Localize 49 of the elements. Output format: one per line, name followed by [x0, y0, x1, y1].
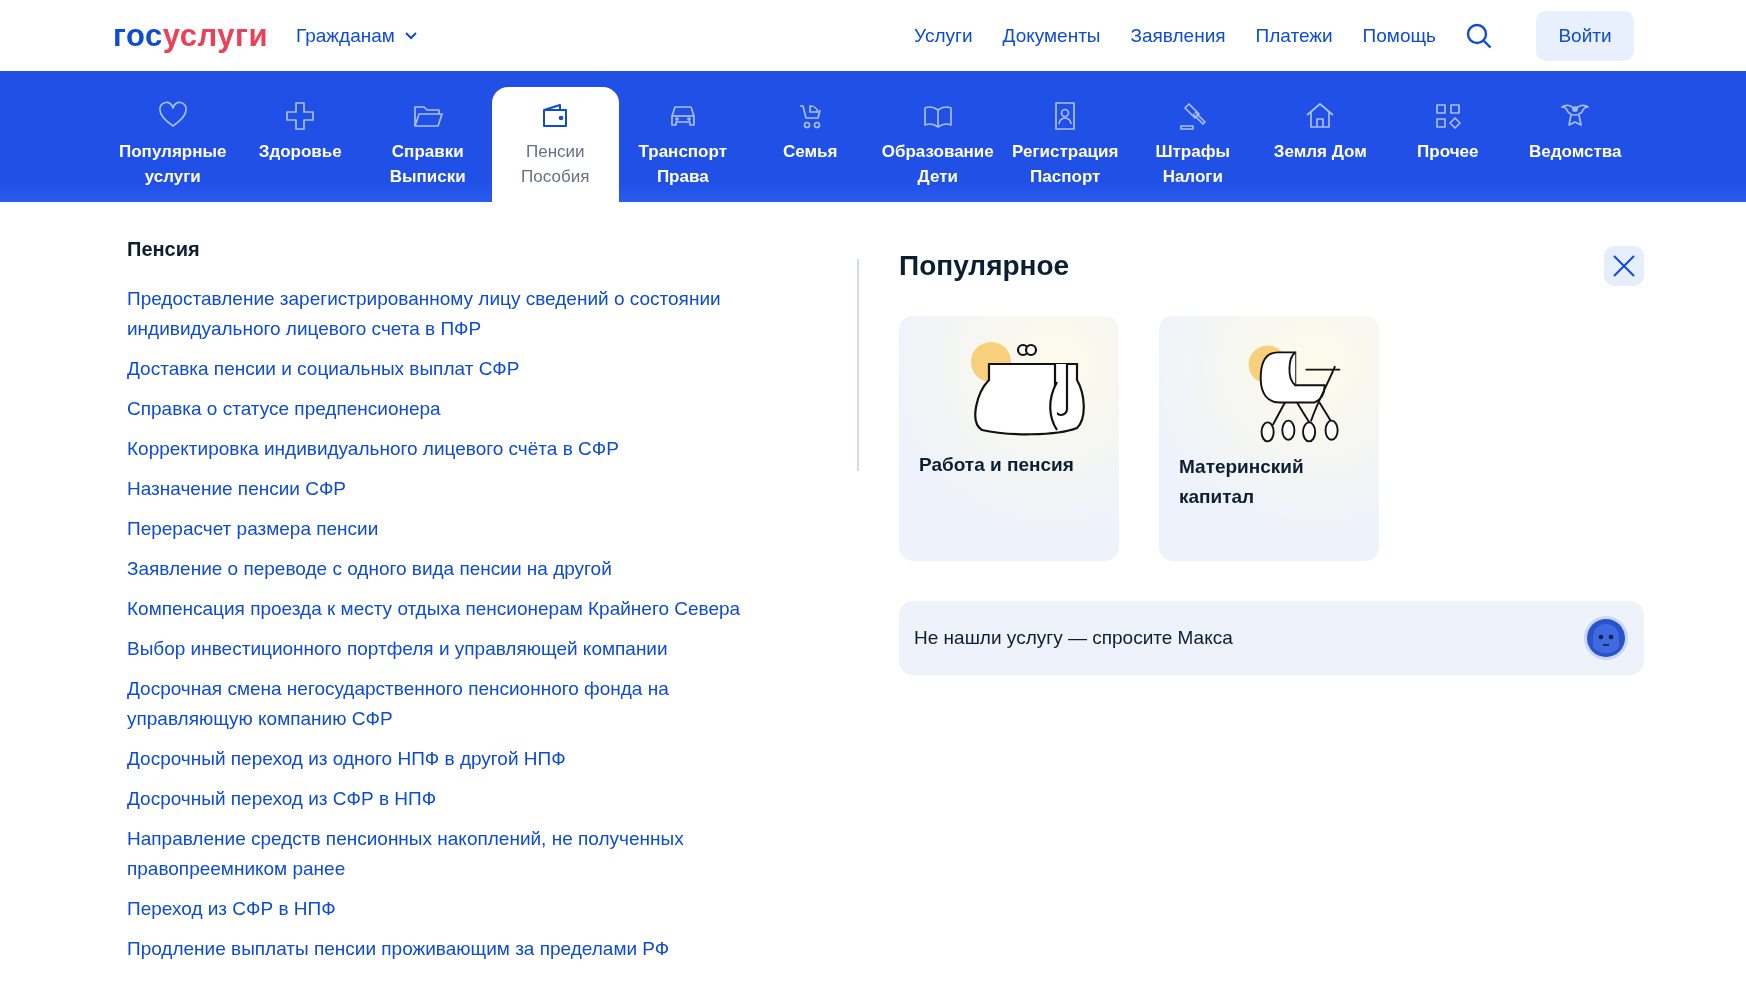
category-tab[interactable]: Образование Дети	[874, 87, 1002, 202]
category-tab[interactable]: Ведомства	[1511, 87, 1639, 202]
category-tab[interactable]: Популярные услуги	[109, 87, 237, 202]
service-link[interactable]: Выбор инвестиционного портфеля и управляющей компании	[127, 634, 787, 664]
assistant-prompt-text: Не нашли услугу — спросите Макса	[914, 627, 1233, 649]
service-link[interactable]: Продление выплаты пенсии проживающим за пределами РФ	[127, 934, 787, 964]
category-tab[interactable]: Семья	[746, 87, 874, 202]
service-link[interactable]: Заявление о переводе с одного вида пенсии на другой	[127, 554, 787, 584]
card-title: Материнский капитал	[1179, 455, 1305, 509]
nav-link[interactable]: Документы	[1002, 24, 1101, 47]
category-tab[interactable]: Регистрация Паспорт	[1001, 87, 1129, 202]
medical-cross-icon	[284, 100, 317, 132]
popular-heading: Популярное	[899, 250, 1070, 282]
nav-link[interactable]: Платежи	[1255, 24, 1333, 47]
service-link[interactable]: Доставка пенсии и социальных выплат СФР	[127, 354, 787, 384]
service-card[interactable]: Материнский капитал	[1159, 316, 1379, 561]
service-link[interactable]: Направление средств пенсионных накоплений, не полученных правопреемником ранее	[127, 824, 787, 884]
robot-avatar-icon	[1583, 615, 1629, 661]
category-tab[interactable]: Земля Дом	[1256, 87, 1384, 202]
category-tab[interactable]: Здоровье	[236, 87, 364, 202]
assistant-prompt[interactable]: Не нашли услугу — спросите Макса	[899, 601, 1644, 675]
category-tab[interactable]: Справки Выписки	[364, 87, 492, 202]
service-link[interactable]: Досрочный переход из СФР в НПФ	[127, 784, 787, 814]
service-link[interactable]: Назначение пенсии СФР	[127, 474, 787, 504]
service-link[interactable]: Досрочная смена негосударственного пенсионного фонда на управляющую компанию СФР	[127, 674, 787, 734]
category-tab[interactable]: Пенсии Пособия	[491, 87, 619, 202]
service-card[interactable]: Работа и пенсия	[899, 316, 1119, 561]
site-logo[interactable]: госуслуги	[113, 17, 268, 54]
service-link[interactable]: Переход из СФР в НПФ	[127, 894, 787, 924]
service-link[interactable]: Перерасчет размера пенсии	[127, 514, 787, 544]
audience-dropdown[interactable]: Гражданам	[296, 24, 417, 47]
login-button[interactable]: Войти	[1536, 10, 1634, 61]
search-icon[interactable]	[1466, 22, 1492, 49]
nav-link[interactable]: Услуги	[914, 24, 973, 47]
category-tab[interactable]: Штрафы Налоги	[1129, 87, 1257, 202]
service-link[interactable]: Корректировка индивидуального лицевого счёта в СФР	[127, 434, 787, 464]
chevron-down-icon	[404, 31, 417, 40]
card-title: Работа и пенсия	[919, 453, 1075, 477]
close-button[interactable]	[1604, 246, 1644, 286]
service-link[interactable]: Компенсация проезда к месту отдыха пенсионерам Крайнего Севера	[127, 594, 787, 624]
nav-link[interactable]: Заявления	[1130, 24, 1226, 47]
service-link[interactable]: Справка о статусе предпенсионера	[127, 394, 787, 424]
category-tab[interactable]: Транспорт Права	[619, 87, 747, 202]
nav-link[interactable]: Помощь	[1362, 24, 1436, 47]
service-link[interactable]: Досрочный переход из одного НПФ в другой НПФ	[127, 744, 787, 774]
close-icon	[1613, 255, 1635, 277]
section-heading: Пенсия	[127, 237, 201, 262]
service-link[interactable]: Предоставление зарегистрированному лицу сведений о состоянии индивидуального лицевого счета в ПФР	[127, 284, 787, 344]
category-tab[interactable]: Прочее	[1384, 87, 1512, 202]
